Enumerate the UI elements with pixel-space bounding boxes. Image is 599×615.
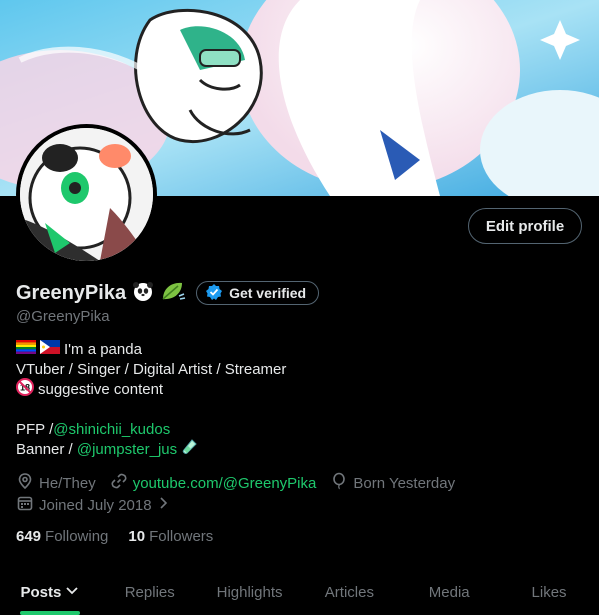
edit-profile-button[interactable]: Edit profile: [468, 208, 582, 244]
verified-badge-icon: [205, 283, 223, 304]
link-icon: [110, 472, 128, 494]
profile-avatar[interactable]: [16, 124, 157, 265]
pfp-credit-link[interactable]: @shinichii_kudos: [53, 420, 170, 440]
bio-line-2: VTuber / Singer / Digital Artist / Strea…: [16, 361, 287, 378]
location-pin-icon: [16, 472, 34, 494]
bio-line-3-text: suggestive content: [38, 381, 164, 398]
tab-likes-label: Likes: [531, 584, 567, 601]
birthday-item: Born Yesterday: [330, 472, 455, 494]
tab-articles[interactable]: Articles: [299, 570, 399, 615]
bio-line-3: 18 suggestive content: [16, 378, 576, 402]
tab-replies[interactable]: Replies: [100, 570, 200, 615]
followers-stat[interactable]: 10 Followers: [128, 528, 213, 545]
get-verified-button[interactable]: Get verified: [196, 281, 320, 305]
tab-likes[interactable]: Likes: [499, 570, 599, 615]
eighteen-plus-icon: 18: [16, 378, 34, 402]
followers-label: Followers: [149, 528, 214, 545]
profile-handle: @GreenyPika: [16, 308, 110, 325]
rainbow-flag-icon: [16, 340, 36, 360]
display-name: GreenyPika: [16, 281, 127, 304]
test-tube-icon: [180, 438, 198, 462]
philippines-flag-icon: [40, 340, 60, 360]
pfp-prefix: PFP /: [16, 421, 54, 438]
following-label: Following: [45, 528, 109, 545]
tab-highlights-label: Highlights: [216, 584, 283, 601]
tab-posts-label: Posts: [20, 584, 62, 601]
profile-meta: He/They youtube.com/@GreenyPika Born Yes…: [16, 472, 586, 516]
joined-item[interactable]: Joined July 2018: [16, 494, 169, 516]
website-item[interactable]: youtube.com/@GreenyPika: [110, 472, 317, 494]
pronouns-item: He/They: [16, 472, 96, 494]
following-stat[interactable]: 649 Following: [16, 528, 108, 545]
profile-bio: I'm a panda VTuber / Singer / Digital Ar…: [16, 340, 576, 460]
active-tab-indicator: [19, 611, 80, 615]
bio-line-1-text: I'm a panda: [64, 341, 142, 358]
calendar-icon: [16, 494, 34, 516]
bio-pfp-credit: PFP / @shinichii_kudos: [16, 420, 576, 440]
tab-articles-label: Articles: [324, 584, 374, 601]
chevron-down-icon: [65, 584, 79, 601]
website-link[interactable]: youtube.com/@GreenyPika: [133, 475, 317, 492]
chevron-right-icon: [157, 496, 169, 514]
panda-emoji: [132, 280, 154, 307]
tab-media-label: Media: [428, 584, 470, 601]
banner-credit-link[interactable]: @jumpster_jus: [77, 440, 177, 460]
profile-tabs: Posts Replies Highlights Articles Media …: [0, 570, 599, 615]
leaf-emoji: [160, 280, 186, 307]
pronouns-text: He/They: [39, 474, 96, 492]
joined-text: Joined July 2018: [39, 496, 152, 514]
tab-media[interactable]: Media: [399, 570, 499, 615]
following-count: 649: [16, 528, 42, 545]
bio-banner-credit: Banner / @jumpster_jus: [16, 438, 576, 462]
birthday-text: Born Yesterday: [353, 474, 456, 492]
tab-highlights[interactable]: Highlights: [200, 570, 300, 615]
balloon-icon: [330, 472, 348, 494]
bio-line-1: I'm a panda: [16, 340, 576, 360]
banner-prefix: Banner /: [16, 441, 77, 458]
get-verified-label: Get verified: [229, 285, 307, 301]
followers-count: 10: [128, 528, 146, 545]
profile-name-row: GreenyPika Get verified: [16, 280, 320, 307]
tab-posts[interactable]: Posts: [0, 570, 100, 615]
follow-stats: 649 Following 10 Followers: [16, 528, 213, 545]
tab-replies-label: Replies: [124, 584, 175, 601]
